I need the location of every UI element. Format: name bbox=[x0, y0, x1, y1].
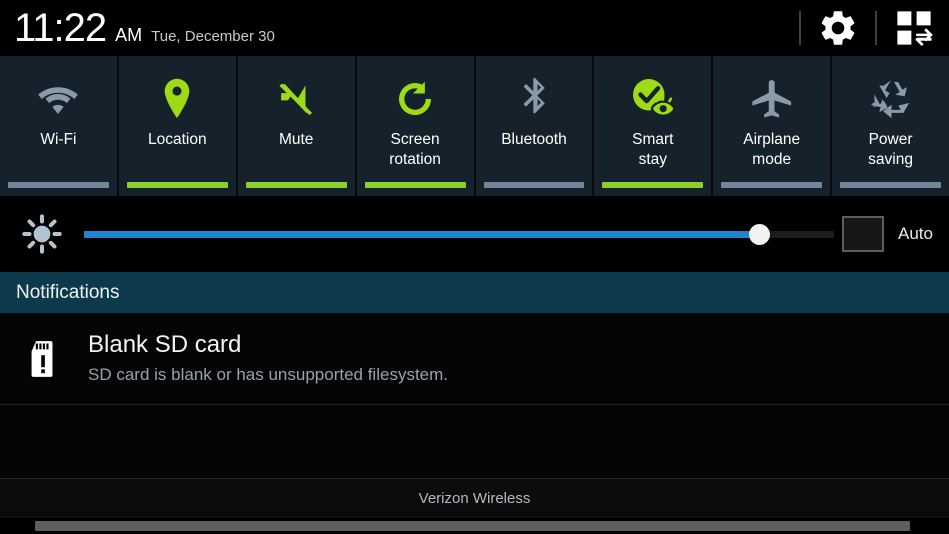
toggle-tile-mute[interactable]: Mute bbox=[238, 56, 357, 196]
slider-thumb[interactable] bbox=[749, 223, 770, 245]
notifications-header-title: Notifications bbox=[16, 281, 120, 303]
notification-title: Blank SD card bbox=[88, 330, 242, 358]
settings-gear-icon[interactable] bbox=[817, 7, 859, 49]
slider-fill bbox=[84, 230, 759, 238]
clock-date: Tue, December 30 bbox=[151, 28, 275, 45]
toggle-state-bar bbox=[126, 182, 228, 188]
auto-brightness-label: Auto bbox=[898, 224, 933, 243]
brightness-row: Auto bbox=[0, 196, 949, 272]
smart-stay-eye-icon bbox=[627, 76, 679, 122]
auto-brightness-checkbox[interactable] bbox=[842, 216, 885, 252]
notifications-header: Notifications bbox=[0, 272, 949, 313]
mute-speaker-icon bbox=[273, 76, 319, 122]
carrier-label-bar: Verizon Wireless bbox=[0, 478, 949, 518]
clock-block[interactable]: 11:22 AM Tue, December 30 bbox=[0, 8, 275, 48]
toggle-tile-location[interactable]: Location bbox=[119, 56, 238, 196]
status-bar: 11:22 AM Tue, December 30 bbox=[0, 0, 949, 56]
toggle-tile-screen-rotation[interactable]: Screen rotation bbox=[357, 56, 476, 196]
toggle-tile-power-saving[interactable]: Power saving bbox=[832, 56, 949, 196]
toggle-tile-label: Wi-Fi bbox=[40, 131, 77, 148]
toggle-tile-airplane-mode[interactable]: Airplane mode bbox=[713, 56, 833, 196]
divider bbox=[875, 11, 877, 45]
airplane-icon bbox=[749, 76, 795, 122]
power-saving-recycle-icon bbox=[867, 76, 915, 122]
brightness-sun-icon bbox=[0, 214, 84, 254]
notification-shade: 11:22 AM Tue, December 30 Wi-Fi Location… bbox=[0, 0, 949, 534]
toggle-state-bar bbox=[483, 182, 585, 188]
carrier-name: Verizon Wireless bbox=[418, 490, 531, 507]
toggle-state-bar bbox=[840, 182, 941, 188]
status-bar-actions bbox=[783, 0, 949, 56]
notification-list: Blank SD card SD card is blank or has un… bbox=[0, 313, 949, 478]
toggle-tile-label: Bluetooth bbox=[501, 131, 567, 148]
toggle-tile-label: Power saving bbox=[868, 131, 913, 168]
screen-rotation-icon bbox=[395, 76, 435, 122]
quick-settings-grid-icon[interactable] bbox=[893, 7, 935, 49]
notification-subtitle: SD card is blank or has unsupported file… bbox=[88, 364, 449, 384]
toggle-tile-smart-stay[interactable]: Smart stay bbox=[594, 56, 714, 196]
toggle-state-bar bbox=[602, 182, 704, 188]
shade-handle-area[interactable] bbox=[0, 518, 949, 534]
clock-time: 11:22 bbox=[14, 6, 107, 50]
toggle-tile-label: Screen rotation bbox=[389, 131, 441, 168]
toggle-state-bar bbox=[8, 182, 109, 188]
notification-text-block: Blank SD card SD card is blank or has un… bbox=[88, 330, 448, 388]
notification-item-sd-card[interactable]: Blank SD card SD card is blank or has un… bbox=[0, 313, 949, 405]
toggle-tile-label: Airplane mode bbox=[743, 131, 801, 168]
toggle-tile-label: Smart stay bbox=[632, 131, 674, 168]
toggle-tile-label: Mute bbox=[278, 131, 314, 148]
toggle-state-bar bbox=[364, 182, 466, 188]
location-pin-icon bbox=[159, 76, 195, 122]
brightness-slider[interactable] bbox=[84, 196, 835, 272]
toggle-tile-label: Location bbox=[148, 131, 207, 148]
divider bbox=[799, 11, 801, 45]
toggle-tile-bluetooth[interactable]: Bluetooth bbox=[476, 56, 595, 196]
toggle-tile-wifi[interactable]: Wi-Fi bbox=[0, 56, 119, 196]
wifi-icon bbox=[36, 76, 80, 122]
toggle-state-bar bbox=[721, 182, 823, 188]
drag-handle[interactable] bbox=[35, 521, 910, 531]
clock-ampm: AM bbox=[115, 25, 143, 45]
toggle-state-bar bbox=[245, 182, 347, 188]
quick-settings-row: Wi-Fi Location Mute Screen rotation Blue… bbox=[0, 56, 949, 196]
bluetooth-icon bbox=[518, 76, 550, 122]
sd-card-warning-icon bbox=[0, 340, 88, 378]
